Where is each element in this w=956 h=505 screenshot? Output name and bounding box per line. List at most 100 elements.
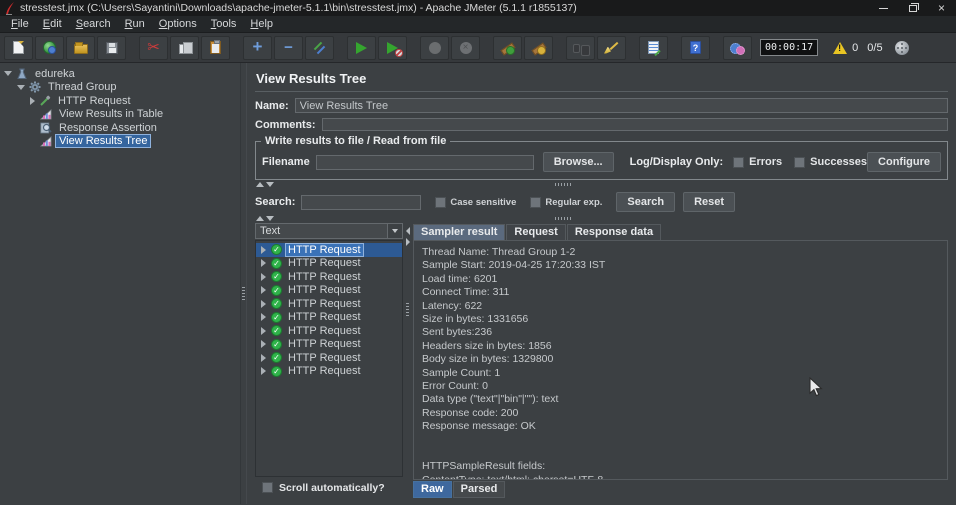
expander-closed-icon[interactable]: [261, 245, 266, 254]
expander-closed-icon[interactable]: [261, 259, 266, 268]
menu-search[interactable]: Search: [69, 18, 118, 30]
paste-button[interactable]: [201, 35, 230, 60]
log-error-indicator[interactable]: 0: [833, 41, 858, 54]
shutdown-button[interactable]: [451, 35, 480, 60]
stop-button[interactable]: [420, 35, 449, 60]
expander-closed-icon[interactable]: [261, 286, 266, 295]
errors-checkbox[interactable]: [733, 156, 745, 168]
result-item[interactable]: HTTP Request: [256, 324, 402, 338]
menu-file[interactable]: File: [4, 18, 36, 30]
splitter-collapse-up-icon[interactable]: [256, 182, 264, 187]
expander-closed-icon[interactable]: [261, 367, 266, 376]
expander-open-icon[interactable]: [4, 71, 12, 77]
splitter-collapse-down-icon[interactable]: [266, 182, 274, 187]
menu-options[interactable]: Options: [152, 18, 204, 30]
window-title: stresstest.jmx (C:\Users\Sayantini\Downl…: [20, 2, 577, 14]
expander-closed-icon[interactable]: [261, 313, 266, 322]
result-item[interactable]: HTTP Request: [256, 365, 402, 379]
sampler-result-text[interactable]: Thread Name: Thread Group 1-2 Sample Sta…: [413, 240, 948, 480]
tree-item-view-results-tree[interactable]: View Results Tree: [0, 134, 240, 149]
splitter-collapse-right-icon[interactable]: [406, 238, 410, 246]
comments-input[interactable]: [321, 118, 948, 131]
scroll-automatically-label[interactable]: Scroll automatically?: [279, 482, 385, 494]
save-button[interactable]: [97, 35, 126, 60]
help-button[interactable]: [681, 35, 710, 60]
splitter-collapse-left-icon[interactable]: [406, 227, 410, 235]
tab-sampler-result[interactable]: Sampler result: [413, 224, 506, 240]
toggle-button[interactable]: [305, 35, 334, 60]
remote-start-all-button[interactable]: [493, 35, 522, 60]
tree-item-thread-group[interactable]: Thread Group: [0, 81, 240, 95]
tab-parsed[interactable]: Parsed: [452, 481, 506, 498]
horizontal-splitter[interactable]: [255, 214, 948, 223]
tree-item-view-results-in-table[interactable]: View Results in Table: [0, 108, 240, 122]
result-item[interactable]: HTTP Request: [256, 284, 402, 298]
regular-exp-label[interactable]: Regular exp.: [545, 197, 602, 208]
search-input[interactable]: [301, 194, 422, 210]
menu-tools[interactable]: Tools: [204, 18, 244, 30]
expander-closed-icon[interactable]: [261, 353, 266, 362]
expander-closed-icon[interactable]: [261, 340, 266, 349]
result-item[interactable]: HTTP Request: [256, 311, 402, 325]
open-file-button[interactable]: [66, 35, 95, 60]
result-item[interactable]: HTTP Request: [256, 338, 402, 352]
menu-run[interactable]: Run: [118, 18, 152, 30]
result-item[interactable]: HTTP Request: [256, 297, 402, 311]
cut-button[interactable]: [139, 35, 168, 60]
tree-item-response-assertion[interactable]: Response Assertion: [0, 121, 240, 135]
name-input[interactable]: [294, 98, 948, 113]
result-item[interactable]: HTTP Request: [256, 270, 402, 284]
new-file-button[interactable]: [4, 35, 33, 60]
clear-button[interactable]: [597, 35, 626, 60]
result-item-label: HTTP Request: [288, 351, 361, 364]
dropdown-arrow-button[interactable]: [387, 224, 402, 238]
successes-checkbox-label[interactable]: Successes: [810, 156, 867, 168]
regular-exp-checkbox[interactable]: [530, 196, 542, 208]
case-sensitive-checkbox[interactable]: [435, 196, 447, 208]
templates-button[interactable]: [35, 35, 64, 60]
scroll-automatically-checkbox[interactable]: [262, 482, 273, 493]
search-button-toolbar[interactable]: [566, 35, 595, 60]
errors-checkbox-label[interactable]: Errors: [749, 156, 782, 168]
menu-help[interactable]: Help: [243, 18, 280, 30]
tree-item-edureka[interactable]: edureka: [0, 67, 240, 81]
tab-raw[interactable]: Raw: [413, 481, 452, 498]
browse-button[interactable]: Browse...: [542, 152, 614, 172]
splitter-collapse-up-icon[interactable]: [256, 216, 264, 221]
successes-checkbox[interactable]: [794, 156, 806, 168]
remove-button[interactable]: [274, 35, 303, 60]
maximize-button[interactable]: [898, 0, 927, 16]
search-button[interactable]: Search: [616, 192, 676, 212]
function-helper-button[interactable]: [723, 35, 752, 60]
menu-edit[interactable]: Edit: [36, 18, 69, 30]
configure-button[interactable]: Configure: [867, 152, 941, 172]
result-item[interactable]: HTTP Request: [256, 242, 402, 257]
tree-item-http-request[interactable]: HTTP Request: [0, 94, 240, 108]
close-button[interactable]: ×: [927, 0, 956, 16]
expander-closed-icon[interactable]: [261, 326, 266, 335]
tree-splitter[interactable]: [240, 63, 247, 504]
view-mode-dropdown[interactable]: Text: [255, 223, 403, 239]
expander-open-icon[interactable]: [17, 84, 25, 90]
reset-button[interactable]: Reset: [683, 192, 736, 212]
add-button[interactable]: [243, 35, 272, 60]
start-button[interactable]: [347, 35, 376, 60]
filename-input[interactable]: [315, 154, 534, 170]
expander-closed-icon[interactable]: [261, 299, 266, 308]
tab-request[interactable]: Request: [506, 224, 566, 240]
horizontal-splitter[interactable]: [255, 180, 948, 189]
expander-closed-icon[interactable]: [261, 272, 266, 281]
results-splitter[interactable]: [403, 223, 413, 498]
minimize-button[interactable]: [869, 0, 898, 16]
expander-closed-icon[interactable]: [30, 96, 35, 105]
tab-response-data[interactable]: Response data: [566, 224, 662, 240]
remote-stop-all-button[interactable]: [524, 35, 553, 60]
clear-all-button[interactable]: [639, 35, 668, 60]
result-item[interactable]: HTTP Request: [256, 351, 402, 365]
test-plan-icon: [15, 68, 28, 80]
splitter-collapse-down-icon[interactable]: [266, 216, 274, 221]
copy-button[interactable]: [170, 35, 199, 60]
start-no-pauses-button[interactable]: [378, 35, 407, 60]
case-sensitive-label[interactable]: Case sensitive: [450, 197, 516, 208]
result-item[interactable]: HTTP Request: [256, 257, 402, 271]
